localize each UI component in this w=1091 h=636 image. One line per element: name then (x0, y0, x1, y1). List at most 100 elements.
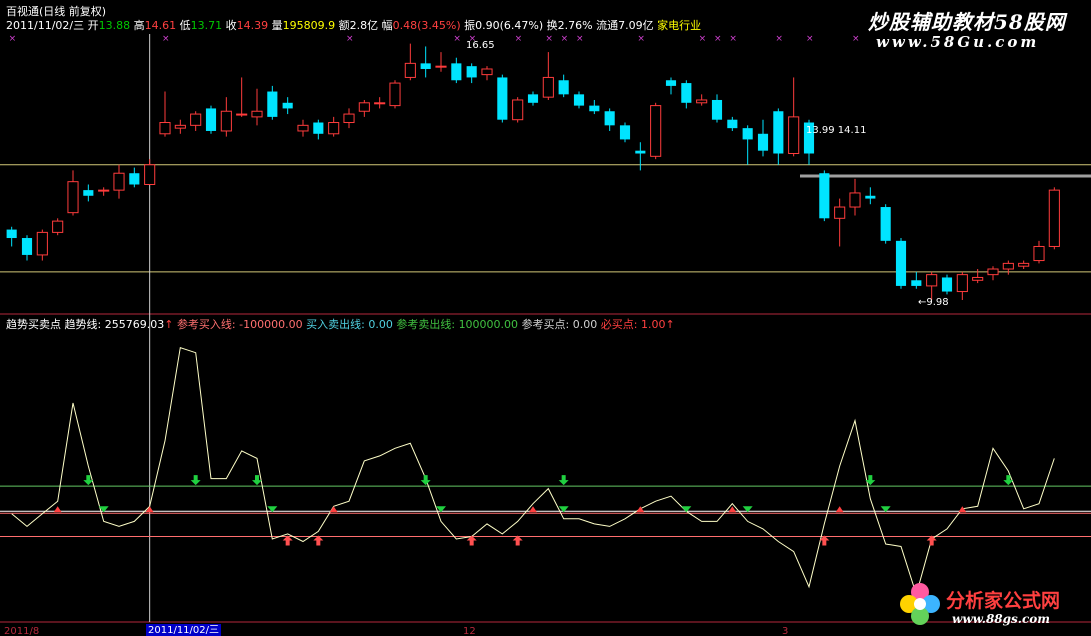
level-price-mark: 13.99 14.11 (806, 125, 867, 136)
candle-body (819, 173, 830, 219)
amount-value: 2.8亿 (349, 19, 379, 32)
candle-body (635, 150, 646, 154)
candle-body (343, 113, 355, 124)
must-buy-label: 必买点: (600, 318, 638, 331)
candle-body (987, 268, 999, 276)
candle-body (742, 128, 753, 140)
trend-label: 趋势线: (64, 318, 102, 331)
stock-chart-window: × × × × × × × × × × × × × × × × 百视通(日线 前复权) 2011/11/02/… (0, 0, 1091, 636)
sell-point-arrow-icon (190, 475, 201, 486)
candle-body (52, 220, 64, 233)
buysell-label: 买入卖出线: (306, 318, 365, 331)
indicator-name[interactable]: 趋势买卖点 (6, 318, 61, 331)
top-marker: × (806, 34, 814, 44)
trend-value: 255769.03 (104, 318, 165, 331)
candle-body (282, 102, 293, 109)
watermark-bottom-url: www.88gs.com (952, 612, 1050, 626)
candle-body (328, 122, 340, 135)
high-price-mark: 16.65 (466, 40, 495, 51)
trend-up-arrow-icon: ↑ (164, 318, 174, 331)
date-axis-right: 3 (782, 626, 789, 636)
low-price-mark: ←9.98 (918, 297, 949, 308)
candle-body (83, 190, 94, 196)
open-label: 开 (87, 19, 99, 32)
candle-body (527, 94, 539, 103)
candle-body (1048, 189, 1060, 247)
candle-body (404, 62, 416, 78)
turnover-label: 换 (546, 19, 558, 32)
top-marker: × (515, 34, 523, 44)
ref-sell-value: 100000.00 (458, 318, 519, 331)
watermark-top: 炒股辅助教材58股网 (868, 10, 1066, 34)
candle-body (374, 102, 386, 105)
amplitude-value: 0.90(6.47%) (475, 19, 544, 32)
top-marker: × (453, 34, 461, 44)
quote-bar: 2011/11/02/三 开13.88 高14.61 低13.71 收14.39… (6, 19, 701, 32)
candle-body (36, 231, 48, 256)
quote-date: 2011/11/02/三 (6, 19, 85, 32)
candle-body (941, 277, 953, 292)
candle-body (956, 274, 968, 293)
candle-body (727, 119, 738, 129)
volume-label: 量 (271, 19, 283, 32)
ref-sell-label: 参考卖出线: (396, 318, 456, 331)
candle-body (451, 63, 462, 81)
sell-point-arrow-icon (1003, 475, 1014, 486)
sell-point-arrow-icon (83, 475, 94, 486)
candle-body (159, 122, 171, 135)
watermark-bottom: 分析家公式网 (946, 590, 1061, 612)
candle-body (972, 276, 984, 281)
candle-body (205, 108, 217, 131)
high-label: 高 (133, 19, 145, 32)
buy-signal-icon (835, 506, 844, 513)
candle-body (6, 229, 17, 239)
candle-body (773, 111, 784, 154)
candle-body (481, 68, 493, 76)
top-marker: × (576, 34, 584, 44)
date-axis-mid: 12 (463, 626, 476, 636)
candle-body (98, 189, 110, 192)
candle-body (129, 173, 140, 185)
close-value: 14.39 (236, 19, 269, 32)
must-buy-up-arrow-icon: ↑ (665, 318, 675, 331)
sell-point-arrow-icon (420, 475, 431, 486)
top-marker: × (775, 34, 783, 44)
top-marker: × (637, 34, 645, 44)
top-marker: × (561, 34, 569, 44)
chart-title: 百视通(日线 前复权) (6, 5, 107, 18)
top-marker: × (9, 34, 17, 44)
candle-body (466, 66, 477, 78)
candle-body (67, 181, 79, 214)
buy-signal-icon (329, 506, 338, 513)
candle-body (558, 80, 569, 95)
candle-body (757, 133, 769, 151)
candle-body (650, 105, 662, 157)
industry-label[interactable]: 家电行业 (657, 19, 701, 32)
candle-body (435, 65, 447, 68)
candle-body (420, 63, 431, 69)
candle-body (358, 102, 370, 112)
candle-body (619, 125, 631, 140)
amount-label: 额 (338, 19, 350, 32)
close-label: 收 (225, 19, 237, 32)
top-marker: × (699, 34, 707, 44)
candle-body (834, 206, 846, 219)
candle-body (788, 116, 800, 155)
amplitude-label: 振 (464, 19, 476, 32)
candle-body (144, 164, 156, 185)
candle-body (849, 192, 861, 208)
watermark-top-url: www.58Gu.com (876, 33, 1040, 51)
candle-body (542, 76, 554, 98)
candle-body (1002, 262, 1014, 270)
turnover-value: 2.76% (557, 19, 593, 32)
open-value: 13.88 (98, 19, 131, 32)
buy-signal-icon (958, 506, 967, 513)
top-marker: × (162, 34, 170, 44)
candle-body (497, 77, 508, 120)
float-label: 流通 (596, 19, 619, 32)
ref-point-label: 参考买点: (521, 318, 570, 331)
date-axis-cursor: 2011/11/02/三 (146, 624, 222, 636)
candle-body (267, 91, 278, 117)
sell-point-arrow-icon (865, 475, 876, 486)
date-axis-start: 2011/8 (4, 626, 40, 636)
